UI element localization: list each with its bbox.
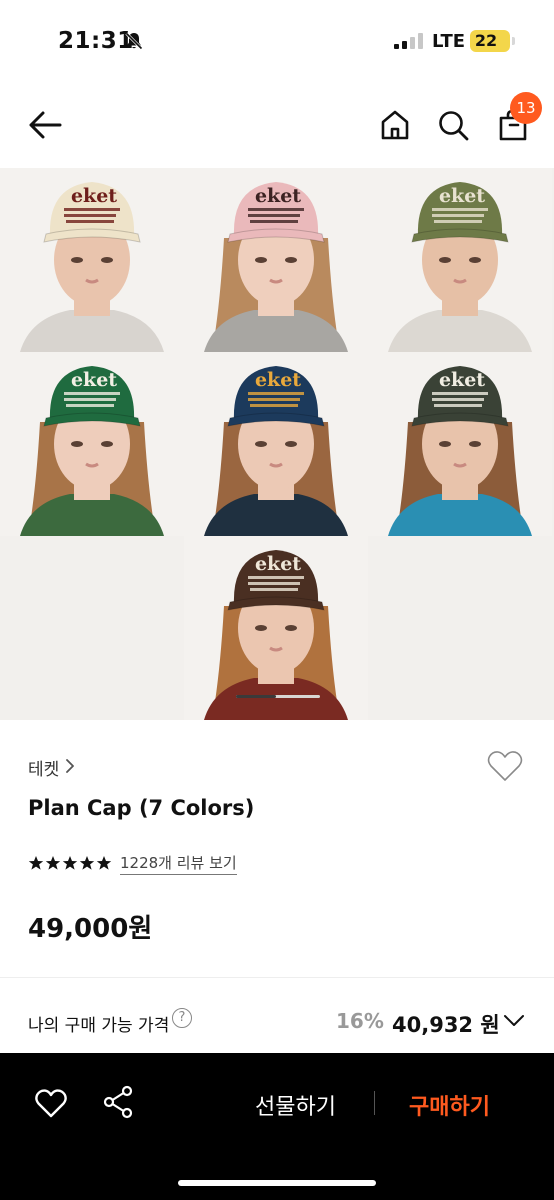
bell-slash-icon <box>125 32 143 50</box>
my-price-amount: 40,932 원 <box>392 1013 500 1037</box>
gift-button[interactable]: 선물하기 <box>255 1089 336 1121</box>
buy-button[interactable]: 구매하기 <box>409 1089 490 1121</box>
my-price-row[interactable]: 나의 구매 가능 가격 ? 16% 40,932 원 <box>0 978 554 1053</box>
svg-text:eket: eket <box>439 185 485 207</box>
heart-outline-icon[interactable] <box>486 748 524 784</box>
product-price: 49,000원 <box>28 914 153 944</box>
reviews-link[interactable]: 1228개 리뷰 보기 <box>120 852 237 875</box>
star-icon <box>96 856 112 870</box>
discount-rate: 16% <box>336 1009 384 1033</box>
home-icon[interactable] <box>378 108 412 142</box>
top-nav <box>0 80 554 168</box>
product-photo-tile: eket <box>184 536 368 720</box>
product-photo-tile: eket <box>368 352 552 536</box>
battery-level: 22 <box>474 31 498 50</box>
svg-text:eket: eket <box>439 369 485 391</box>
signal-icon <box>394 33 423 49</box>
product-photo-tile: eket <box>184 352 368 536</box>
status-bar: 21:31 LTE 22 <box>0 0 554 80</box>
heart-outline-icon[interactable] <box>34 1087 68 1119</box>
svg-text:eket: eket <box>255 185 301 207</box>
product-image-gallery[interactable]: eket eket eket eket eket eket eket <box>0 168 554 720</box>
arrow-left-icon[interactable] <box>26 108 64 142</box>
search-icon[interactable] <box>436 108 470 142</box>
svg-text:eket: eket <box>71 369 117 391</box>
my-price-label: 나의 구매 가능 가격 <box>28 1016 170 1036</box>
bottom-action-bar: 선물하기 구매하기 <box>0 1053 554 1200</box>
battery-icon: 22 <box>470 30 510 52</box>
gallery-page-indicator-active <box>236 695 276 698</box>
help-icon[interactable]: ? <box>172 1008 192 1028</box>
gallery-page-indicator <box>236 695 320 698</box>
home-indicator <box>178 1180 376 1186</box>
chevron-right-icon[interactable] <box>64 757 76 775</box>
star-icon <box>28 856 44 870</box>
product-title: Plan Cap (7 Colors) <box>28 796 255 820</box>
star-icon <box>45 856 61 870</box>
brand-name[interactable]: 테켓 <box>28 755 59 780</box>
product-photo-tile: eket <box>184 168 368 352</box>
chevron-down-icon[interactable] <box>502 1012 526 1028</box>
product-photo-tile: eket <box>368 168 552 352</box>
battery-tip <box>512 37 515 45</box>
cart-count-badge[interactable]: 13 <box>510 92 542 124</box>
share-icon[interactable] <box>102 1085 134 1119</box>
svg-text:eket: eket <box>71 185 117 207</box>
network-type: LTE <box>432 31 466 52</box>
product-photo-tile: eket <box>0 168 184 352</box>
divider <box>374 1091 375 1115</box>
star-icon <box>79 856 95 870</box>
rating-stars <box>28 855 112 873</box>
star-icon <box>62 856 78 870</box>
status-time: 21:31 <box>58 28 134 54</box>
product-photo-tile: eket <box>0 352 184 536</box>
svg-text:eket: eket <box>255 553 301 575</box>
svg-text:eket: eket <box>255 369 301 391</box>
